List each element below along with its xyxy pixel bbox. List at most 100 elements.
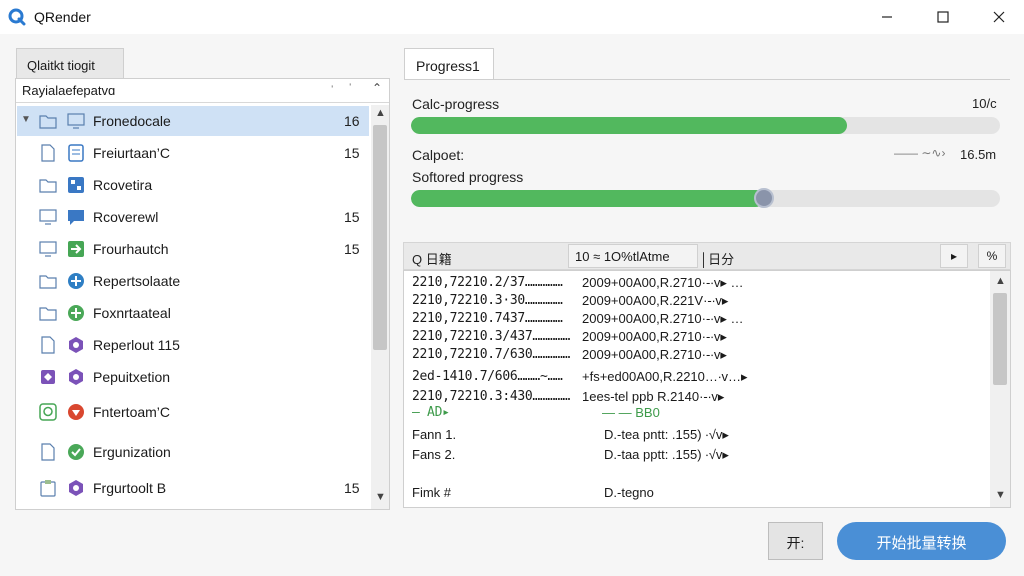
tree-item-label: Reperlout 115 <box>93 337 180 353</box>
scrollbar-thumb[interactable] <box>993 293 1007 385</box>
q-icon <box>39 403 57 421</box>
tree-item-label: Frourhautch <box>93 241 169 257</box>
tree-item-label: Rcoverewl <box>93 209 159 225</box>
softored-progress-slider[interactable] <box>411 190 1000 207</box>
progress-panel: Calc-progress 10/c Calpoet: —— ∼∿› 16.5m… <box>404 79 1010 229</box>
calc-progress-label: Calc-progress <box>412 96 500 112</box>
tab-progress[interactable]: Progress1 <box>404 48 494 80</box>
folder-icon <box>39 112 57 130</box>
tree-item[interactable]: Freiurtaan’C 15 <box>17 138 369 168</box>
plus-icon <box>67 272 85 290</box>
monitor-icon <box>67 112 85 130</box>
tree-item[interactable]: Reperlout 115 <box>17 330 369 360</box>
scroll-up-icon[interactable]: ▲ <box>375 107 386 119</box>
tree-item[interactable]: Frgurtoolt B 15 <box>17 473 369 503</box>
folder-icon <box>39 176 57 194</box>
tree-item-count: 15 <box>344 241 360 257</box>
folder-icon <box>39 272 57 290</box>
open-button[interactable]: 开: <box>768 522 823 560</box>
log-line-timestamp: 2ed-1410.7/606………~…… <box>412 369 563 384</box>
log-line-message: 2009+00A00,R.2710·-∙v▸ <box>582 329 727 344</box>
tree-item-label: Freiurtaan’C <box>93 145 171 161</box>
tree-item[interactable]: Fntertoam’C <box>17 397 369 427</box>
scroll-down-icon[interactable]: ▼ <box>375 491 386 503</box>
tree-list: ▼ Fronedocale 16 Freiurtaan’C 15 Rcovetira Rco… <box>17 106 369 510</box>
tab-left[interactable]: Qlaitkt tiogit <box>16 48 124 78</box>
tree-item-label: Fronedocale <box>93 113 171 129</box>
fan-label: Fans 2. <box>412 447 456 462</box>
tree-item[interactable]: Rcovetira <box>17 170 369 200</box>
log-line-message: 2009+00A00,R.2710·-∙v▸ … <box>582 275 744 290</box>
log-line-timestamp: 2210,72210.3·30…………… <box>412 293 563 308</box>
fan-value: D.-tea pntt: .155) ∙√v▸ <box>604 427 729 442</box>
close-icon <box>993 11 1005 23</box>
log-title: Q 日籍 <box>412 252 452 267</box>
arrow-icon <box>67 240 85 258</box>
clipboard-icon <box>39 479 57 497</box>
title-bar: QRender <box>0 0 1024 34</box>
log-scrollbar[interactable]: ▲ ▼ <box>990 271 1010 507</box>
log-filter-field[interactable]: 10 ≈ 1Ο%tlAtme <box>568 244 698 268</box>
filter-option-icon[interactable]: ˈ <box>348 81 352 96</box>
softored-progress-label: Softored progress <box>412 169 524 185</box>
log-line-message: 1ees-tel ppb R.2140·-∙v▸ <box>582 389 725 404</box>
filter-label: Rayialaefepatvɑ <box>22 83 116 98</box>
document-icon <box>39 443 57 461</box>
log-time-unit[interactable]: │日分 <box>700 249 734 268</box>
chevron-up-icon[interactable]: ⌃ <box>372 81 382 95</box>
scrollbar-thumb[interactable] <box>373 125 387 350</box>
tree-item[interactable]: Frourhautch 15 <box>17 234 369 264</box>
log-line-message: 2009+00A00,R.2710·-∙v▸ … <box>582 311 744 326</box>
minimize-icon <box>882 16 892 18</box>
folder-icon <box>39 304 57 322</box>
log-line-timestamp: 2210,72210.3/437…………… <box>412 329 571 344</box>
tree-scrollbar[interactable]: ▲ ▼ <box>371 105 389 509</box>
maximize-button[interactable] <box>920 0 966 34</box>
chat-icon <box>67 208 85 226</box>
tree-item[interactable]: Pepuitxetion <box>17 362 369 392</box>
scroll-up-icon[interactable]: ▲ <box>995 275 1006 287</box>
play-icon[interactable]: ▸ <box>940 244 968 268</box>
tree-item-count: 16 <box>344 113 360 129</box>
scroll-down-icon[interactable]: ▼ <box>995 489 1006 501</box>
page-icon <box>67 144 85 162</box>
tree-item-label: Repertsolaate <box>93 273 181 289</box>
log-toolbar: Q 日籍 10 ≈ 1Ο%tlAtme │日分 ▸ % <box>403 242 1011 270</box>
hexagon-icon <box>67 336 85 354</box>
tree-item[interactable]: ▼ Fronedocale 16 <box>17 106 369 136</box>
tree-item-count: 15 <box>344 480 360 496</box>
softored-progress-fill <box>411 190 765 207</box>
close-button[interactable] <box>976 0 1022 34</box>
app-title: QRender <box>34 9 91 25</box>
tree-item[interactable]: Rcoverewl 15 <box>17 202 369 232</box>
calc-progress-bar <box>411 117 1000 134</box>
calc-progress-value: 10/c <box>972 96 997 111</box>
tree-item-count: 15 <box>344 209 360 225</box>
minimize-button[interactable] <box>864 0 910 34</box>
log-line-timestamp: 2210,72210.2/37…………… <box>412 275 563 290</box>
tree-item[interactable]: Repertsolaate <box>17 266 369 296</box>
calpoet-value: 16.5m <box>960 147 997 162</box>
document-icon <box>39 336 57 354</box>
tree-item-label: Pepuitxetion <box>93 369 171 385</box>
log-area: 2210,72210.2/37…………… 2009+00A00,R.2710·-∙… <box>403 270 1011 508</box>
log-line-message: +fs+ed00A00,R.2210…∙v…▸ <box>582 369 748 384</box>
start-batch-convert-button[interactable]: 开始批量转换 <box>837 522 1006 560</box>
log-line-message: 2009+00A00,R.2710·-∙v▸ <box>582 347 727 362</box>
log-line-timestamp: 2210,72210.7/630…………… <box>412 347 571 362</box>
tree-item[interactable]: Foxnrtaateal <box>17 298 369 328</box>
fan-label: Fann 1. <box>412 427 457 442</box>
calc-progress-fill <box>411 117 847 134</box>
tree-item[interactable]: Ergunization <box>17 437 369 467</box>
fan-value: D.-tegno <box>604 485 654 500</box>
monitor-icon <box>39 208 57 226</box>
app-logo-icon <box>8 8 26 26</box>
tree-item-label: Foxnrtaateal <box>93 305 171 321</box>
hexagon-icon <box>67 479 85 497</box>
filter-bar[interactable]: Rayialaefepatvɑ ˈ ˈ ⌃ <box>16 79 389 103</box>
filter-separator-icon: ˈ <box>330 83 335 98</box>
grid-icon <box>67 176 85 194</box>
expand-icon[interactable]: ▼ <box>21 114 31 125</box>
percent-button[interactable]: % <box>978 244 1006 268</box>
maximize-icon <box>937 11 949 23</box>
